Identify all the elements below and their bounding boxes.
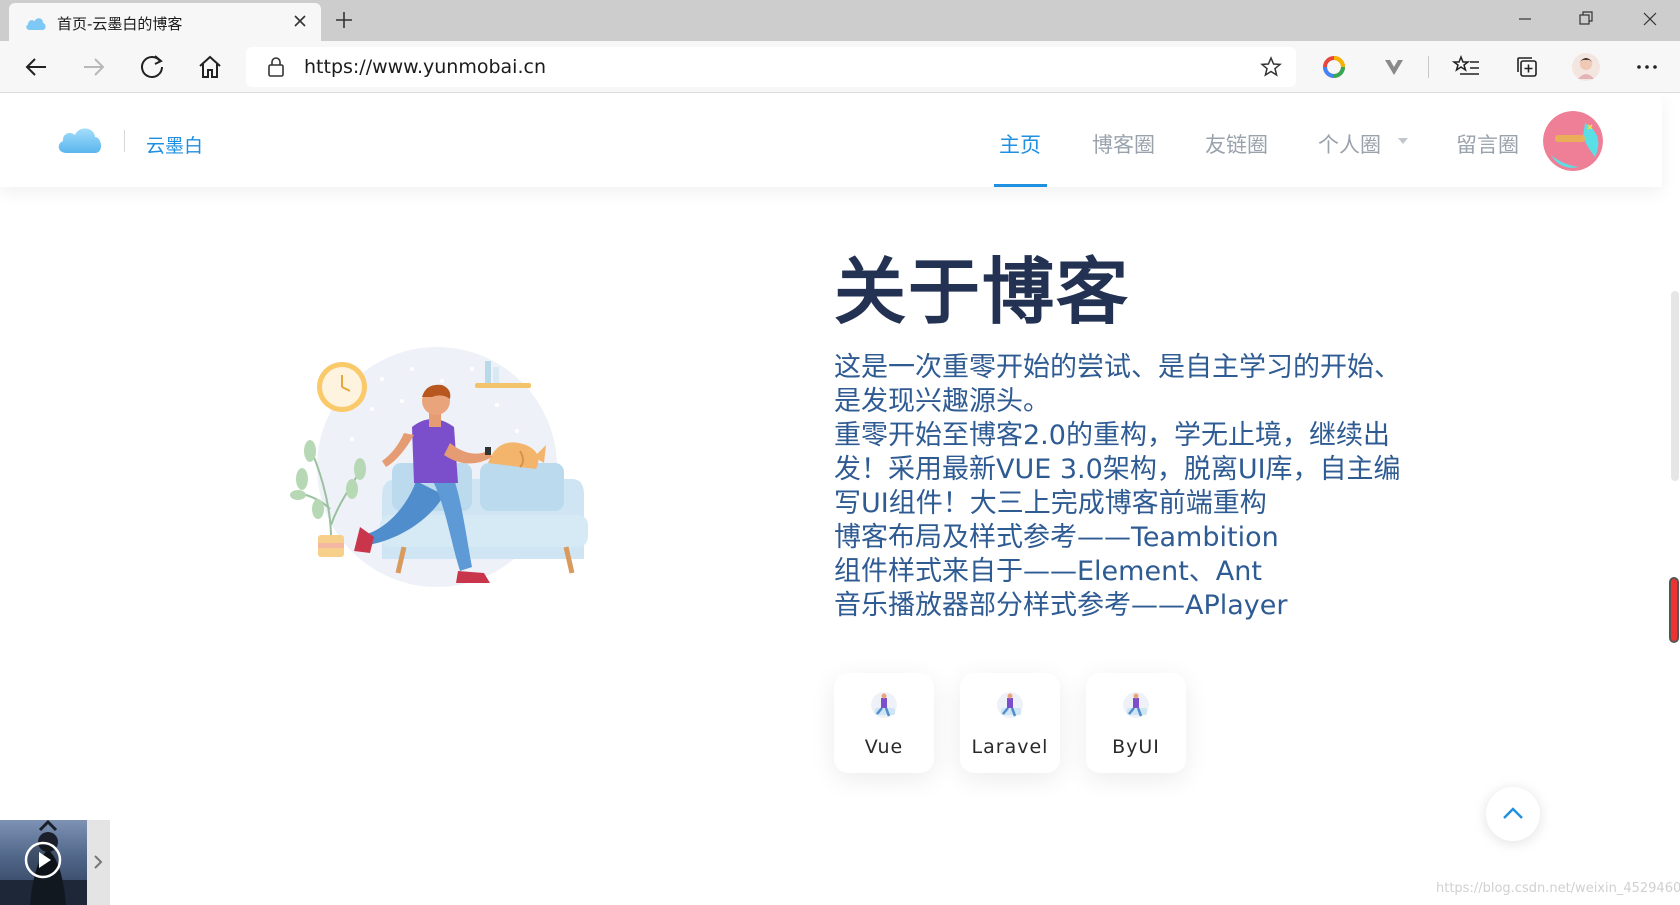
- about-line: 博客布局及样式参考——Teambition: [834, 522, 1279, 553]
- browser-tab[interactable]: 首页-云墨白的博客: [9, 3, 321, 41]
- about-line: 发！采用最新VUE 3.0架构，脱离UI库，自主编: [834, 454, 1401, 485]
- watermark-text: https://blog.csdn.net/weixin_45294607: [1436, 881, 1680, 896]
- logo-divider: [124, 130, 125, 152]
- back-to-top-button[interactable]: [1486, 787, 1540, 841]
- cloud-logo-icon[interactable]: [56, 123, 104, 155]
- web-page: 云墨白 主页 博客圈 友链圈 个人圈 留言圈 关于博客 这是一次重零开始的尝试、…: [0, 93, 1680, 905]
- chevron-up-icon: [1503, 807, 1523, 819]
- plus-icon[interactable]: [333, 9, 355, 31]
- more-menu-icon[interactable]: [1631, 51, 1663, 83]
- about-title: 关于博客: [834, 250, 1131, 334]
- tech-label: Vue: [864, 736, 904, 758]
- nav-messages[interactable]: 留言圈: [1456, 129, 1519, 159]
- running-person-icon: [1123, 692, 1149, 718]
- about-description: 这是一次重零开始的尝试、是自主学习的开始、 是发现兴趣源头。 重零开始至博客2.…: [834, 351, 1454, 623]
- window-close-icon[interactable]: [1620, 0, 1680, 38]
- about-line: 重零开始至博客2.0的重构，学无止境，继续出: [834, 420, 1390, 451]
- tech-card-vue[interactable]: Vue: [834, 673, 934, 773]
- about-line: 是发现兴趣源头。: [834, 386, 1050, 417]
- restore-icon[interactable]: [1555, 0, 1615, 38]
- browser-toolbar: https://www.yunmobai.cn: [0, 41, 1680, 93]
- chevron-right-icon[interactable]: [92, 853, 104, 871]
- cloud-icon: [26, 18, 46, 30]
- about-line: 组件样式来自于——Element、Ant: [834, 556, 1262, 587]
- about-line: 写UI组件！大三上完成博客前端重构: [834, 488, 1267, 519]
- site-header: 云墨白 主页 博客圈 友链圈 个人圈 留言圈: [0, 93, 1662, 187]
- minimize-icon[interactable]: [1495, 0, 1555, 38]
- side-progress-indicator[interactable]: [1669, 577, 1679, 643]
- tab-title: 首页-云墨白的博客: [57, 15, 183, 33]
- collections-icon[interactable]: [1511, 51, 1543, 83]
- refresh-icon[interactable]: [136, 51, 168, 83]
- nav-links[interactable]: 友链圈: [1205, 129, 1268, 159]
- extension-ring-icon[interactable]: [1318, 51, 1350, 83]
- user-avatar[interactable]: [1543, 111, 1603, 171]
- running-person-illustration: [290, 347, 588, 587]
- favorites-list-icon[interactable]: [1451, 51, 1483, 83]
- toolbar-separator: [1428, 56, 1429, 78]
- nav-active-underline: [994, 184, 1047, 187]
- tech-card-laravel[interactable]: Laravel: [960, 673, 1060, 773]
- nav-personal[interactable]: 个人圈: [1318, 129, 1381, 159]
- site-logo-text[interactable]: 云墨白: [146, 131, 203, 158]
- tech-label: Laravel: [971, 736, 1049, 758]
- tab-bar: 首页-云墨白的博客: [0, 0, 1680, 41]
- music-player: [0, 820, 110, 905]
- caret-down-icon[interactable]: [1397, 137, 1409, 145]
- running-person-icon: [871, 692, 897, 718]
- page-scrollbar-thumb[interactable]: [1671, 291, 1679, 481]
- album-cover[interactable]: [0, 820, 87, 905]
- tech-label: ByUI: [1112, 736, 1160, 758]
- back-arrow-icon[interactable]: [20, 51, 52, 83]
- tech-card-byui[interactable]: ByUI: [1086, 673, 1186, 773]
- play-icon[interactable]: [23, 840, 63, 880]
- forward-arrow-icon[interactable]: [78, 51, 110, 83]
- about-line: 这是一次重零开始的尝试、是自主学习的开始、: [834, 352, 1401, 383]
- favorite-star-icon[interactable]: [1260, 56, 1282, 78]
- close-icon[interactable]: [290, 11, 310, 31]
- home-icon[interactable]: [194, 51, 226, 83]
- url-text[interactable]: https://www.yunmobai.cn: [304, 56, 546, 78]
- profile-avatar-icon[interactable]: [1570, 51, 1602, 83]
- lock-icon[interactable]: [266, 56, 286, 78]
- running-person-icon: [997, 692, 1023, 718]
- address-bar[interactable]: https://www.yunmobai.cn: [246, 47, 1296, 87]
- nav-blogs[interactable]: 博客圈: [1092, 129, 1155, 159]
- nav-home[interactable]: 主页: [999, 129, 1041, 159]
- about-line: 音乐播放器部分样式参考——APlayer: [834, 590, 1288, 621]
- extension-v-icon[interactable]: [1378, 51, 1410, 83]
